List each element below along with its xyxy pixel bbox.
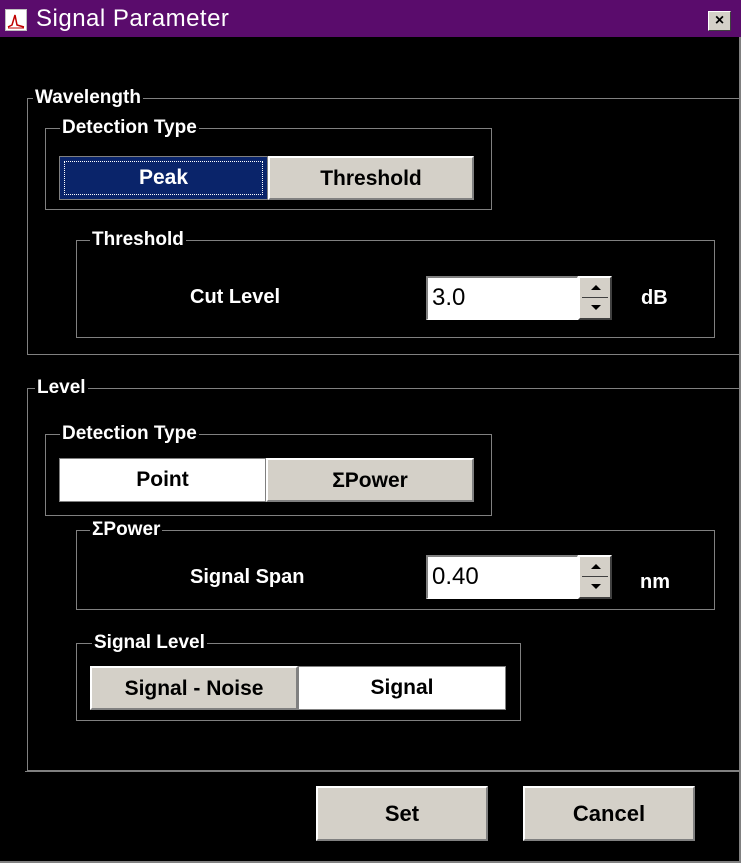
spin-up-icon[interactable] [591, 564, 601, 569]
point-option-label: Point [136, 468, 189, 491]
signal-span-input[interactable]: 0.40 [426, 555, 578, 599]
signal-span-label: Signal Span [190, 566, 305, 588]
level-group-label: Level [35, 377, 88, 398]
threshold-group [76, 240, 715, 338]
wavelength-detection-label: Detection Type [60, 117, 199, 138]
threshold-group-label: Threshold [90, 229, 186, 250]
close-button[interactable]: × [708, 11, 731, 31]
signal-span-unit: nm [640, 571, 670, 593]
spin-down-icon[interactable] [591, 305, 601, 310]
signal-option-label: Signal [370, 676, 434, 699]
level-detection-label: Detection Type [60, 423, 199, 444]
cut-level-input[interactable]: 3.0 [426, 276, 578, 320]
signal-level-group-label: Signal Level [92, 632, 207, 653]
window-title: Signal Parameter [36, 5, 230, 32]
set-button[interactable]: Set [316, 786, 488, 841]
signal-span-spinner[interactable] [578, 555, 612, 599]
cut-level-label: Cut Level [190, 286, 281, 308]
title-bar[interactable]: Signal Parameter × [0, 0, 741, 37]
spinner-divider [582, 576, 608, 577]
signal-option[interactable]: Signal [298, 666, 506, 710]
point-option[interactable]: Point [59, 458, 266, 502]
threshold-option-label: Threshold [320, 167, 422, 190]
cut-level-unit: dB [641, 287, 668, 309]
signal-parameter-dialog: Signal Parameter × Wavelength Detection … [0, 0, 741, 863]
sigma-power-group-label: ΣPower [90, 519, 163, 540]
footer-separator [25, 771, 741, 772]
signal-noise-option[interactable]: Signal - Noise [90, 666, 298, 710]
sigma-power-group [76, 530, 715, 610]
spinner-divider [582, 297, 608, 298]
cut-level-spinner[interactable] [578, 276, 612, 320]
signal-noise-option-label: Signal - Noise [124, 677, 264, 700]
sigma-power-option-label: ΣPower [332, 469, 408, 492]
sigma-power-option[interactable]: ΣPower [266, 458, 474, 502]
peak-option[interactable]: Peak [59, 156, 268, 200]
threshold-option[interactable]: Threshold [268, 156, 474, 200]
spin-down-icon[interactable] [591, 584, 601, 589]
cancel-button[interactable]: Cancel [523, 786, 695, 841]
wavelength-group-label: Wavelength [33, 87, 143, 108]
focus-outline [64, 161, 263, 195]
spectrum-icon [5, 9, 27, 31]
spin-up-icon[interactable] [591, 285, 601, 290]
